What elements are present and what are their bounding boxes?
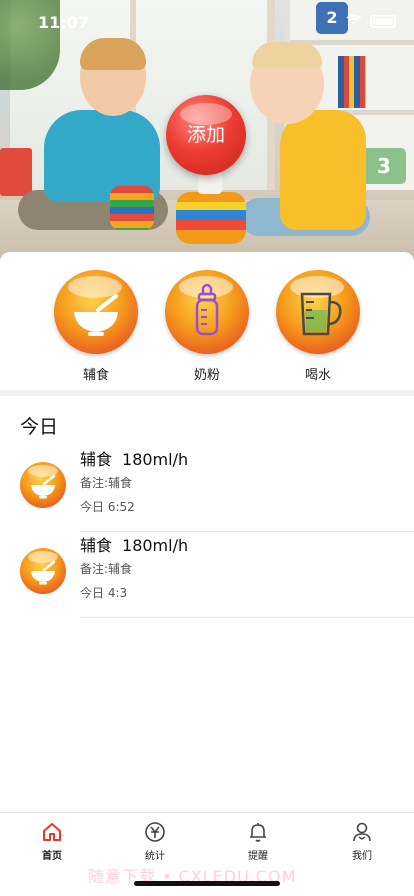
- child-right-hair: [252, 42, 322, 68]
- home-indicator: [134, 881, 280, 886]
- today-title: 今日: [20, 416, 59, 438]
- record-time: 今日 6:52: [80, 500, 135, 514]
- tab-label: 统计: [145, 851, 165, 862]
- record-type: 辅食: [80, 450, 113, 469]
- add-button-label: 添加: [186, 124, 225, 146]
- record-type: 辅食: [80, 536, 113, 555]
- category-label: 喝水: [304, 368, 331, 383]
- water-cup-icon: [300, 292, 342, 336]
- category-orb: [54, 270, 138, 354]
- category-label: 奶粉: [193, 368, 220, 383]
- user-icon: [353, 822, 371, 842]
- bell-icon: [250, 823, 266, 842]
- home-icon: [43, 823, 61, 841]
- wifi-icon: [346, 14, 362, 30]
- record-orb: [20, 462, 66, 508]
- category-complementary-food[interactable]: 辅食: [54, 270, 138, 383]
- bowl-icon: [74, 294, 118, 336]
- tab-about-us[interactable]: 我们: [322, 821, 402, 862]
- row-divider: [80, 617, 414, 618]
- record-amount: 180ml/h: [122, 536, 189, 555]
- tab-label: 提醒: [248, 851, 268, 862]
- status-time: 11:07: [38, 13, 89, 32]
- child-right-body: [280, 110, 366, 230]
- add-button[interactable]: 添加: [166, 95, 246, 175]
- status-bar: 11:07: [0, 0, 414, 44]
- tab-stats[interactable]: 统计: [115, 821, 195, 862]
- tab-reminder[interactable]: 提醒: [218, 821, 298, 862]
- record-item[interactable]: 辅食 180ml/h 备注:辅食 今日 4:3: [0, 532, 414, 618]
- shelf-books: [338, 56, 366, 108]
- stats-icon: [145, 822, 165, 842]
- record-orb: [20, 548, 66, 594]
- category-formula-milk[interactable]: 奶粉: [165, 270, 249, 383]
- tab-label: 首页: [42, 851, 62, 862]
- record-item[interactable]: 辅食 180ml/h 备注:辅食 今日 6:52: [0, 446, 414, 532]
- toy-box-3: 3: [362, 148, 406, 184]
- battery-icon: [370, 15, 396, 28]
- category-label: 辅食: [82, 368, 109, 383]
- record-time: 今日 4:3: [80, 586, 128, 600]
- bowl-icon: [31, 474, 56, 499]
- category-orb: [165, 270, 249, 354]
- baby-bottle-icon: [195, 283, 219, 336]
- category-orb: [276, 270, 360, 354]
- section-divider: [0, 390, 414, 396]
- hero-banner: 2 3 添加 11:07: [0, 0, 414, 262]
- ring-toy: [176, 192, 246, 244]
- record-note: 备注:辅食: [80, 562, 133, 576]
- category-drink-water[interactable]: 喝水: [276, 270, 360, 383]
- record-amount: 180ml/h: [122, 450, 189, 469]
- category-panel: 辅食 奶粉 喝水: [0, 252, 414, 390]
- tab-label: 我们: [352, 851, 372, 862]
- red-toy: [0, 148, 32, 196]
- record-title: 辅食 180ml/h: [80, 446, 188, 470]
- tab-home[interactable]: 首页: [12, 821, 92, 862]
- record-note: 备注:辅食: [80, 476, 133, 490]
- record-title: 辅食 180ml/h: [80, 532, 188, 556]
- stacking-toy: [110, 186, 154, 230]
- bowl-icon: [31, 560, 56, 585]
